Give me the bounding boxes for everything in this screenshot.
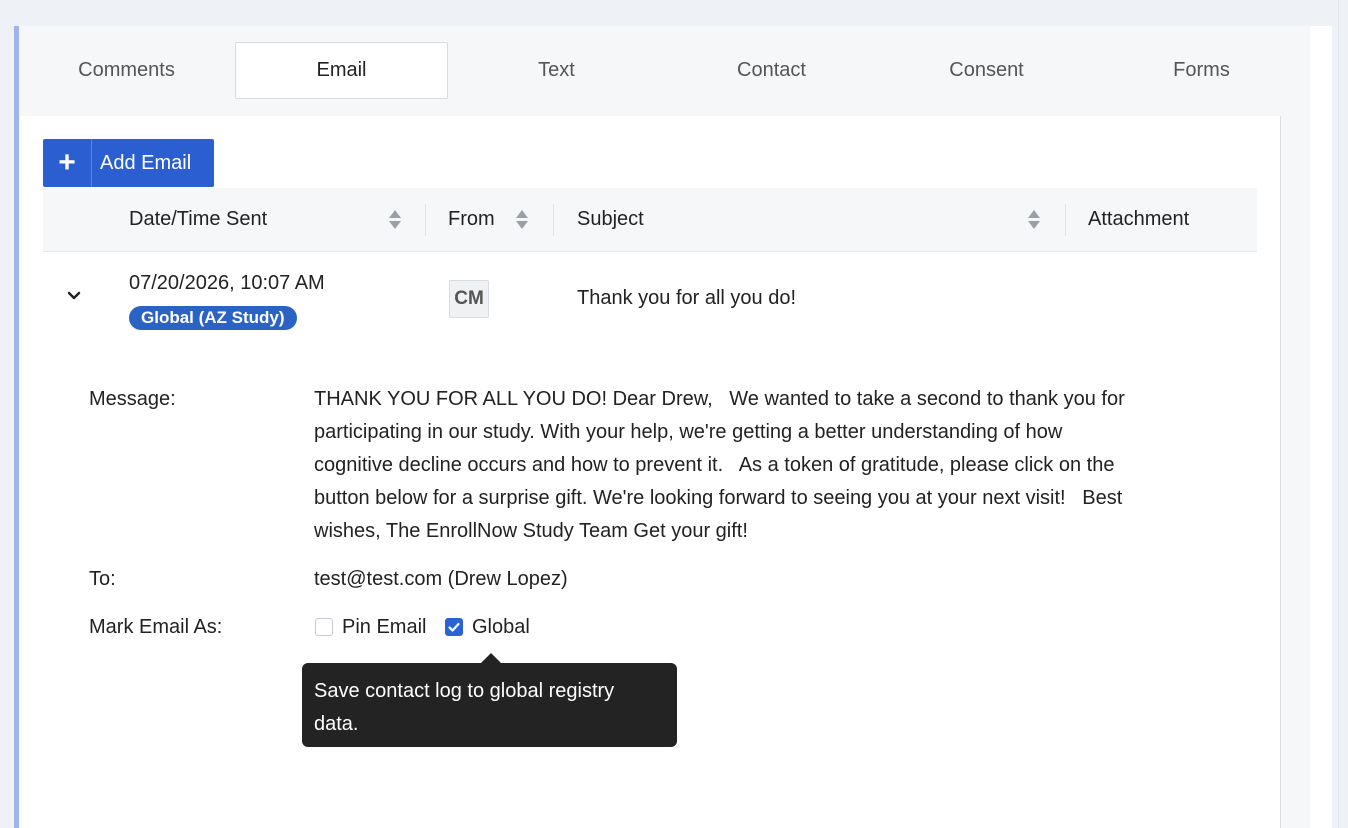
to-label: To:	[89, 568, 116, 590]
sort-from-icon[interactable]	[516, 210, 528, 230]
message-body: THANK YOU FOR ALL YOU DO! Dear Drew, We …	[314, 383, 1214, 548]
sort-date-icon[interactable]	[389, 210, 401, 230]
tab-consent[interactable]: Consent	[880, 42, 1093, 99]
message-line: cognitive decline occurs and how to prev…	[314, 454, 1115, 476]
table-header: Date/Time Sent From Subject Attachment	[43, 188, 1257, 252]
mark-email-label: Mark Email As:	[89, 616, 223, 638]
plus-icon: +	[43, 139, 92, 187]
tooltip-line: Save contact log to global registry	[314, 680, 615, 702]
pin-email-label[interactable]: Pin Email	[342, 616, 426, 639]
avatar: CM	[449, 280, 489, 318]
column-divider	[1065, 204, 1066, 236]
tab-comments[interactable]: Comments	[20, 42, 233, 99]
add-email-button[interactable]: + Add Email	[43, 139, 214, 187]
to-value: test@test.com (Drew Lopez)	[314, 568, 568, 590]
tab-contact[interactable]: Contact	[665, 42, 878, 99]
header-date: Date/Time Sent	[129, 208, 268, 230]
window-edge	[1338, 0, 1348, 828]
column-divider	[425, 204, 426, 236]
tooltip: Save contact log to global registry data…	[302, 663, 677, 747]
message-line: wishes, The EnrollNow Study Team Get you…	[314, 520, 748, 542]
tooltip-line: data.	[314, 713, 359, 735]
header-attachment: Attachment	[1088, 208, 1190, 230]
tab-forms[interactable]: Forms	[1095, 42, 1308, 99]
chevron-down-icon[interactable]	[67, 291, 81, 301]
scrollbar-track[interactable]	[1310, 26, 1332, 828]
pin-email-checkbox[interactable]	[315, 618, 333, 636]
message-label: Message:	[89, 388, 176, 410]
row-date: 07/20/2026, 10:07 AM	[129, 272, 325, 294]
row-subject: Thank you for all you do!	[577, 287, 797, 309]
message-line: participating in our study. With your he…	[314, 421, 1063, 443]
header-subject: Subject	[577, 208, 644, 230]
tab-email[interactable]: Email	[235, 42, 448, 99]
global-checkbox[interactable]	[445, 618, 463, 636]
add-email-label: Add Email	[100, 151, 192, 174]
tab-bar: Comments Email Text Contact Consent Form…	[20, 26, 1310, 116]
email-panel: + Add Email Date/Time Sent From Subject …	[20, 116, 1281, 828]
tooltip-arrow	[481, 653, 501, 663]
header-from: From	[448, 208, 495, 230]
sort-subject-icon[interactable]	[1028, 210, 1040, 230]
message-line: button below for a surprise gift. We're …	[314, 487, 1123, 509]
checkmark-icon	[448, 622, 460, 632]
column-divider	[553, 204, 554, 236]
tab-text[interactable]: Text	[450, 42, 663, 99]
global-badge: Global (AZ Study)	[129, 306, 297, 330]
global-label[interactable]: Global	[472, 616, 530, 639]
message-line: THANK YOU FOR ALL YOU DO! Dear Drew, We …	[314, 388, 1125, 410]
